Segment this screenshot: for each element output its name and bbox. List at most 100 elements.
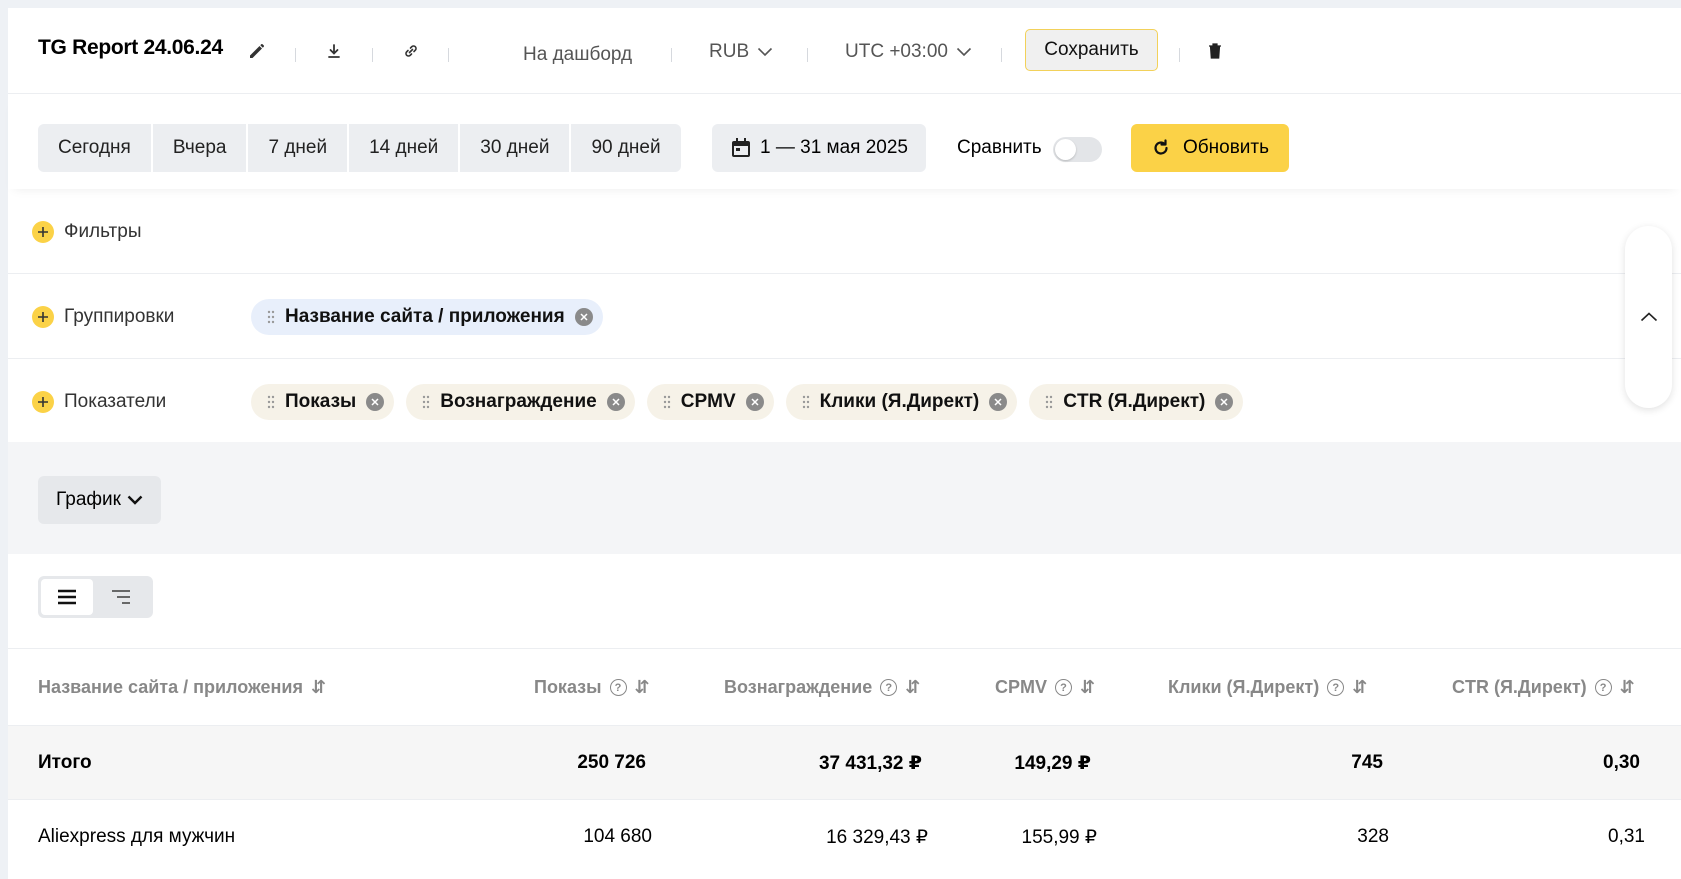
metrics-chips: Показы Вознаграждение CPMV Клики (Я.Дире… (251, 384, 1244, 420)
currency-value: RUB (709, 41, 750, 62)
compare-toggle[interactable] (1053, 137, 1102, 162)
grouping-chip[interactable]: Название сайта / приложения (251, 299, 603, 335)
drag-handle-icon[interactable] (267, 395, 275, 409)
chart-button-label: График (56, 489, 121, 510)
col-header-site[interactable]: Название сайта / приложения ⇵ (38, 677, 326, 698)
total-clicks: 745 (1351, 752, 1383, 773)
metric-chip-ctr[interactable]: CTR (Я.Директ) (1029, 384, 1244, 420)
trash-icon[interactable] (1203, 39, 1227, 63)
metric-chip-label: CPMV (680, 391, 736, 412)
refresh-icon (1154, 139, 1168, 155)
date-range-picker[interactable]: 1 — 31 мая 2025 (712, 124, 926, 172)
timezone-select[interactable]: UTC +03:00 (845, 41, 972, 63)
help-icon[interactable]: ? (880, 679, 898, 696)
tree-list-icon (112, 590, 130, 604)
sort-icon[interactable]: ⇵ (905, 677, 920, 698)
calendar-icon (732, 138, 750, 157)
sort-icon[interactable]: ⇵ (311, 677, 326, 698)
col-header-ctr[interactable]: CTR (Я.Директ) ? ⇵ (1452, 677, 1635, 698)
cell-ctr: 0,31 (1608, 826, 1645, 847)
divider (295, 48, 296, 62)
tree-view-button[interactable] (95, 579, 147, 615)
metric-chip-reward[interactable]: Вознаграждение (406, 384, 635, 420)
plus-icon (38, 312, 48, 322)
report-header: TG Report 24.06.24 На дашборд RUB UTC +0… (8, 8, 1681, 94)
total-impressions: 250 726 (577, 752, 646, 773)
help-icon[interactable]: ? (1594, 679, 1612, 696)
preset-90-days[interactable]: 90 дней (571, 124, 680, 172)
metric-chip-impressions[interactable]: Показы (251, 384, 395, 420)
flat-view-button[interactable] (41, 579, 93, 615)
metric-chip-label: CTR (Я.Директ) (1063, 391, 1206, 412)
preset-14-days[interactable]: 14 дней (349, 124, 461, 172)
refresh-button[interactable]: Обновить (1131, 124, 1289, 172)
chart-toggle-button[interactable]: График (38, 476, 161, 524)
timezone-value: UTC +03:00 (845, 41, 948, 62)
sort-icon[interactable]: ⇵ (1352, 677, 1367, 698)
remove-chip-icon[interactable] (366, 393, 385, 411)
add-metric-button[interactable] (32, 391, 54, 413)
preset-yesterday[interactable]: Вчера (153, 124, 249, 172)
drag-handle-icon[interactable] (422, 395, 430, 409)
remove-chip-icon[interactable] (606, 393, 625, 411)
sort-icon[interactable]: ⇵ (1080, 677, 1095, 698)
table-header: Название сайта / приложения ⇵ Показы ? ⇵… (8, 649, 1681, 725)
drag-handle-icon[interactable] (267, 310, 275, 324)
add-filter-button[interactable] (32, 221, 54, 243)
groupings-chips: Название сайта / приложения (251, 299, 603, 335)
metric-chip-label: Показы (285, 391, 357, 412)
grouping-chip-label: Название сайта / приложения (285, 306, 565, 327)
sort-icon[interactable]: ⇵ (635, 677, 650, 698)
remove-chip-icon[interactable] (1215, 393, 1234, 411)
help-icon[interactable]: ? (1327, 679, 1345, 696)
chevron-down-icon (956, 47, 972, 57)
report-title: TG Report 24.06.24 (38, 36, 223, 59)
download-icon[interactable] (322, 39, 346, 63)
total-ctr: 0,30 (1603, 752, 1640, 773)
sort-icon[interactable]: ⇵ (1620, 677, 1635, 698)
total-label: Итого (38, 752, 92, 773)
edit-icon[interactable] (245, 39, 269, 63)
total-cpmv: 149,29 ₽ (1014, 753, 1091, 774)
to-dashboard-link[interactable]: На дашборд (523, 44, 632, 66)
link-icon[interactable] (399, 39, 423, 63)
metric-chip-clicks[interactable]: Клики (Я.Директ) (785, 384, 1018, 420)
remove-chip-icon[interactable] (574, 308, 593, 326)
drag-handle-icon[interactable] (802, 395, 810, 409)
col-header-impressions[interactable]: Показы ? ⇵ (534, 677, 650, 698)
col-header-label: Клики (Я.Директ) (1168, 677, 1320, 697)
table-row[interactable]: Aliexpress для мужчин 104 680 16 329,43 … (8, 799, 1681, 873)
preset-7-days[interactable]: 7 дней (248, 124, 350, 172)
cell-reward: 16 329,43 ₽ (826, 827, 928, 848)
metrics-label: Показатели (64, 391, 167, 412)
compare-label: Сравнить (957, 137, 1042, 158)
col-header-label: CTR (Я.Директ) (1452, 677, 1587, 697)
preset-today[interactable]: Сегодня (38, 124, 153, 172)
cell-cpmv: 155,99 ₽ (1021, 827, 1097, 848)
filters-row: Фильтры (8, 190, 1681, 274)
chart-section: График (8, 442, 1681, 554)
col-header-clicks[interactable]: Клики (Я.Директ) ? ⇵ (1168, 677, 1367, 698)
col-header-label: Вознаграждение (724, 677, 873, 697)
drag-handle-icon[interactable] (1045, 395, 1053, 409)
remove-chip-icon[interactable] (989, 393, 1008, 411)
preset-30-days[interactable]: 30 дней (460, 124, 572, 172)
metric-chip-cpmv[interactable]: CPMV (646, 384, 774, 420)
add-grouping-button[interactable] (32, 306, 54, 328)
divider (372, 48, 373, 62)
collapse-settings-button[interactable] (1625, 226, 1672, 408)
col-header-reward[interactable]: Вознаграждение ? ⇵ (724, 677, 920, 698)
date-range-value: 1 — 31 мая 2025 (760, 137, 909, 158)
col-header-label: CPMV (995, 677, 1048, 697)
top-strip (0, 0, 1681, 8)
currency-select[interactable]: RUB (709, 41, 773, 63)
col-header-cpmv[interactable]: CPMV ? ⇵ (995, 677, 1095, 698)
help-icon[interactable]: ? (609, 679, 627, 696)
save-button[interactable]: Сохранить (1025, 29, 1158, 71)
remove-chip-icon[interactable] (745, 393, 764, 411)
help-icon[interactable]: ? (1055, 679, 1073, 696)
filters-label: Фильтры (64, 221, 142, 242)
drag-handle-icon[interactable] (663, 395, 671, 409)
plus-icon (38, 227, 48, 237)
cell-clicks: 328 (1357, 826, 1389, 847)
